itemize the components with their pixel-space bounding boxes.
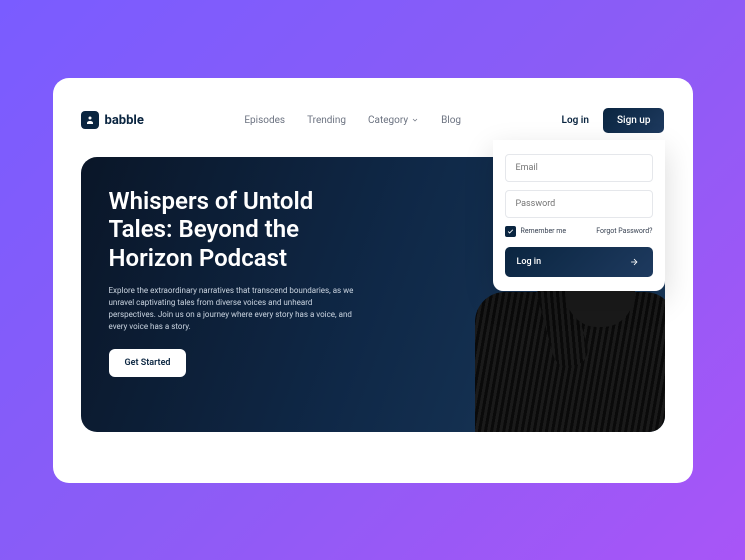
- email-input[interactable]: [505, 154, 653, 182]
- remember-label: Remember me: [521, 227, 567, 235]
- top-nav: babble Episodes Trending Category Blog L…: [81, 108, 665, 133]
- nav-episodes[interactable]: Episodes: [244, 115, 285, 126]
- remember-checkbox[interactable]: [505, 226, 516, 237]
- login-submit-button[interactable]: Log in: [505, 247, 653, 277]
- remember-group[interactable]: Remember me: [505, 226, 567, 237]
- check-icon: [507, 228, 514, 235]
- password-input[interactable]: [505, 190, 653, 218]
- login-popup: Remember me Forgot Password? Log in: [493, 140, 665, 291]
- nav-right: Log in Sign up: [562, 108, 665, 133]
- hero-title: Whispers of Untold Tales: Beyond the Hor…: [109, 187, 369, 273]
- get-started-button[interactable]: Get Started: [109, 349, 187, 377]
- logo-text: babble: [105, 113, 144, 128]
- logo-icon: [81, 111, 99, 129]
- nav-category[interactable]: Category: [368, 115, 419, 126]
- nav-blog[interactable]: Blog: [441, 115, 461, 126]
- arrow-right-icon: [627, 257, 641, 267]
- hero-description: Explore the extraordinary narratives tha…: [109, 285, 359, 333]
- logo[interactable]: babble: [81, 111, 144, 129]
- chevron-down-icon: [411, 116, 419, 124]
- login-link[interactable]: Log in: [562, 115, 589, 126]
- checkbox-row: Remember me Forgot Password?: [505, 226, 653, 237]
- nav-trending[interactable]: Trending: [307, 115, 346, 126]
- forgot-password-link[interactable]: Forgot Password?: [596, 227, 652, 235]
- signup-button[interactable]: Sign up: [603, 108, 665, 133]
- nav-links: Episodes Trending Category Blog: [244, 115, 461, 126]
- main-card: babble Episodes Trending Category Blog L…: [53, 78, 693, 483]
